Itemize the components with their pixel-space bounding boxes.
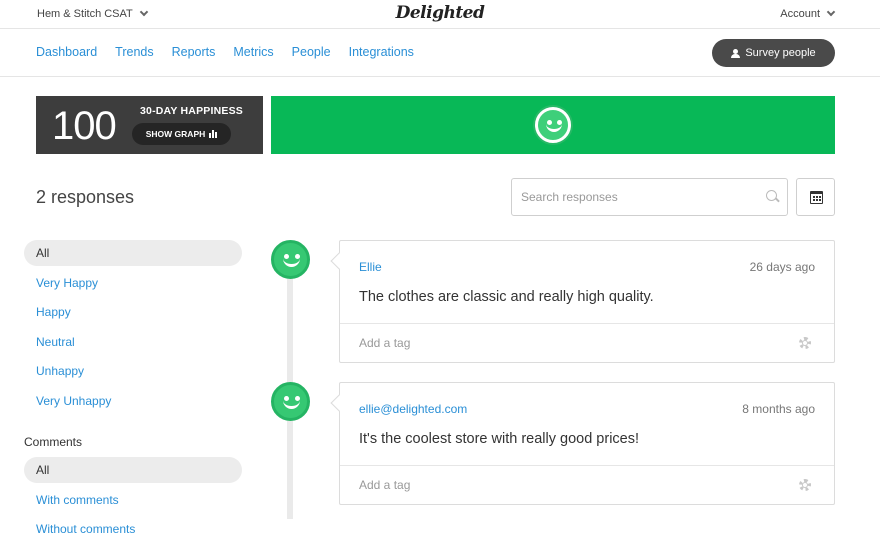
respondent-name[interactable]: Ellie bbox=[359, 260, 382, 274]
nav-people[interactable]: People bbox=[292, 45, 331, 59]
filter-neutral[interactable]: Neutral bbox=[24, 329, 242, 355]
happy-face-icon bbox=[271, 240, 310, 279]
filter-without-comments[interactable]: Without comments bbox=[24, 516, 242, 537]
nav-trends[interactable]: Trends bbox=[115, 45, 153, 59]
happy-face-icon bbox=[271, 382, 310, 421]
filter-very-unhappy[interactable]: Very Unhappy bbox=[24, 388, 242, 414]
respondent-email[interactable]: ellie@delighted.com bbox=[359, 402, 467, 416]
response-comment: The clothes are classic and really high … bbox=[359, 289, 654, 305]
search-icon bbox=[766, 190, 777, 201]
filter-comments-all[interactable]: All bbox=[24, 457, 242, 483]
date-filter-button[interactable] bbox=[796, 178, 835, 216]
card-divider bbox=[340, 465, 834, 466]
nav-integrations[interactable]: Integrations bbox=[349, 45, 414, 59]
happiness-score-panel: 100 30-DAY HAPPINESS SHOW GRAPH bbox=[36, 96, 263, 154]
filter-unhappy[interactable]: Unhappy bbox=[24, 358, 242, 384]
calendar-icon bbox=[810, 191, 823, 204]
responses-count: 2 responses bbox=[36, 187, 135, 207]
search-input[interactable] bbox=[513, 180, 753, 214]
response-date: 26 days ago bbox=[749, 260, 815, 274]
gear-icon[interactable] bbox=[799, 479, 811, 491]
account-label: Account bbox=[780, 8, 820, 20]
comments-heading: Comments bbox=[24, 435, 83, 449]
nav-reports[interactable]: Reports bbox=[172, 45, 216, 59]
filter-very-happy[interactable]: Very Happy bbox=[24, 270, 242, 296]
filter-happy[interactable]: Happy bbox=[24, 299, 242, 325]
response-date: 8 months ago bbox=[742, 402, 815, 416]
response-card: Ellie 26 days ago The clothes are classi… bbox=[330, 240, 835, 363]
person-icon bbox=[731, 48, 741, 58]
project-selector[interactable]: Hem & Stitch CSAT bbox=[37, 7, 149, 20]
show-graph-label: SHOW GRAPH bbox=[145, 129, 206, 139]
happy-face-icon bbox=[535, 107, 571, 143]
happiness-score: 100 bbox=[52, 104, 117, 148]
top-bar: Hem & Stitch CSAT Delighted Account bbox=[0, 0, 880, 29]
filter-all[interactable]: All bbox=[24, 240, 242, 266]
survey-people-button[interactable]: Survey people bbox=[712, 39, 835, 67]
project-name: Hem & Stitch CSAT bbox=[37, 8, 133, 20]
gear-icon[interactable] bbox=[799, 337, 811, 349]
card-divider bbox=[340, 323, 834, 324]
happiness-indicator-panel bbox=[271, 96, 835, 154]
nav-dashboard[interactable]: Dashboard bbox=[36, 45, 97, 59]
add-tag-input[interactable] bbox=[359, 334, 759, 352]
chevron-down-icon bbox=[826, 7, 836, 17]
response-comment: It's the coolest store with really good … bbox=[359, 431, 640, 447]
bar-chart-icon bbox=[209, 130, 218, 138]
show-graph-button[interactable]: SHOW GRAPH bbox=[132, 123, 231, 145]
main-nav-bar: Dashboard Trends Reports Metrics People … bbox=[0, 29, 880, 77]
happiness-label: 30-DAY HAPPINESS bbox=[140, 105, 243, 117]
add-tag-input[interactable] bbox=[359, 476, 759, 494]
filter-with-comments[interactable]: With comments bbox=[24, 487, 242, 513]
account-menu[interactable]: Account bbox=[780, 7, 836, 20]
search-box bbox=[511, 178, 788, 216]
response-card: ellie@delighted.com 8 months ago It's th… bbox=[330, 382, 835, 505]
nav-metrics[interactable]: Metrics bbox=[233, 45, 273, 59]
chevron-down-icon bbox=[139, 7, 149, 17]
survey-people-label: Survey people bbox=[745, 47, 816, 59]
main-nav: Dashboard Trends Reports Metrics People … bbox=[36, 45, 414, 59]
